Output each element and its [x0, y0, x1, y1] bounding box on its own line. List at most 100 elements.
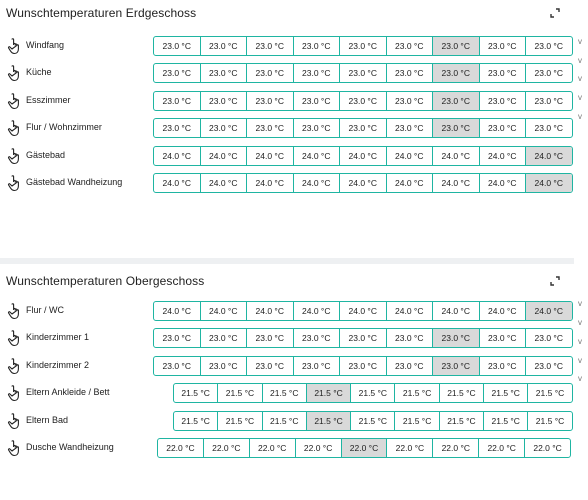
hand-pointer-icon[interactable]	[6, 37, 22, 55]
hand-pointer-icon[interactable]	[6, 92, 22, 110]
temperature-option-button[interactable]: 23.0 °C	[478, 119, 526, 138]
temperature-option-button[interactable]: 21.5 °C	[438, 384, 483, 403]
temperature-option-button[interactable]: 23.0 °C	[385, 329, 433, 348]
temperature-option-button[interactable]: 21.5 °C	[217, 384, 261, 403]
hand-pointer-icon[interactable]	[6, 329, 22, 347]
hand-pointer-icon[interactable]	[6, 302, 22, 320]
temperature-option-button[interactable]: 23.0 °C	[154, 92, 200, 110]
hand-pointer-icon[interactable]	[6, 412, 22, 430]
hand-pointer-icon[interactable]	[6, 174, 22, 192]
temperature-option-button[interactable]: 21.5 °C	[305, 411, 351, 430]
temperature-option-button[interactable]: 23.0 °C	[292, 37, 340, 55]
temperature-option-button[interactable]: 22.0 °C	[294, 439, 341, 457]
temperature-option-button[interactable]: 21.5 °C	[217, 411, 261, 430]
temperature-option-button[interactable]: 23.0 °C	[432, 37, 479, 55]
temperature-option-button[interactable]: 23.0 °C	[292, 356, 340, 375]
temperature-option-button[interactable]: 24.0 °C	[385, 146, 433, 165]
temperature-option-button[interactable]: 24.0 °C	[199, 146, 247, 165]
temperature-option-button[interactable]: 23.0 °C	[478, 37, 526, 55]
temperature-option-button[interactable]: 21.5 °C	[261, 411, 306, 430]
temperature-option-button[interactable]: 24.0 °C	[199, 174, 247, 192]
temperature-option-button[interactable]: 23.0 °C	[432, 64, 479, 83]
temperature-option-button[interactable]: 22.0 °C	[158, 439, 203, 457]
temperature-option-button[interactable]: 24.0 °C	[385, 174, 433, 192]
temperature-option-button[interactable]: 21.5 °C	[350, 384, 394, 403]
temperature-option-button[interactable]: 23.0 °C	[199, 64, 247, 83]
temperature-option-button[interactable]: 23.0 °C	[478, 64, 526, 83]
temperature-option-button[interactable]: 24.0 °C	[292, 146, 340, 165]
temperature-option-button[interactable]: 24.0 °C	[525, 146, 572, 165]
temperature-option-button[interactable]: 23.0 °C	[246, 64, 293, 83]
temperature-option-button[interactable]: 23.0 °C	[525, 329, 572, 348]
temperature-option-button[interactable]: 21.5 °C	[261, 384, 306, 403]
temperature-option-button[interactable]: 23.0 °C	[385, 119, 433, 138]
temperature-option-button[interactable]: 24.0 °C	[292, 174, 340, 192]
temperature-option-button[interactable]: 23.0 °C	[154, 37, 200, 55]
temperature-option-button[interactable]: 23.0 °C	[339, 64, 386, 83]
temperature-option-button[interactable]: 23.0 °C	[478, 329, 526, 348]
temperature-option-button[interactable]: 23.0 °C	[154, 64, 200, 82]
temperature-option-button[interactable]: 24.0 °C	[246, 174, 293, 192]
temperature-option-button[interactable]: 23.0 °C	[525, 64, 572, 83]
temperature-option-button[interactable]: 21.5 °C	[527, 411, 571, 430]
temperature-option-button[interactable]: 22.0 °C	[478, 439, 524, 457]
temperature-option-button[interactable]: 24.0 °C	[292, 302, 340, 320]
temperature-option-button[interactable]: 23.0 °C	[385, 356, 433, 375]
temperature-option-button[interactable]: 23.0 °C	[199, 119, 247, 138]
temperature-option-button[interactable]: 23.0 °C	[339, 91, 386, 110]
temperature-option-button[interactable]: 23.0 °C	[292, 91, 340, 110]
temperature-option-button[interactable]: 23.0 °C	[199, 329, 247, 348]
temperature-option-button[interactable]: 24.0 °C	[199, 302, 247, 320]
temperature-option-button[interactable]: 23.0 °C	[292, 119, 340, 138]
temperature-option-button[interactable]: 23.0 °C	[385, 91, 433, 110]
temperature-option-button[interactable]: 23.0 °C	[432, 356, 479, 375]
temperature-option-button[interactable]: 21.5 °C	[483, 384, 527, 403]
temperature-option-button[interactable]: 24.0 °C	[246, 146, 293, 165]
temperature-option-button[interactable]: 23.0 °C	[385, 64, 433, 83]
temperature-option-button[interactable]: 24.0 °C	[432, 146, 479, 165]
hand-pointer-icon[interactable]	[6, 439, 22, 457]
temperature-option-button[interactable]: 23.0 °C	[478, 91, 526, 110]
temperature-option-button[interactable]: 23.0 °C	[154, 119, 200, 137]
temperature-option-button[interactable]: 24.0 °C	[478, 302, 526, 320]
temperature-option-button[interactable]: 21.5 °C	[394, 411, 438, 430]
temperature-option-button[interactable]: 21.5 °C	[305, 384, 351, 403]
temperature-option-button[interactable]: 22.0 °C	[524, 439, 570, 457]
temperature-option-button[interactable]: 23.0 °C	[292, 329, 340, 348]
temperature-option-button[interactable]: 24.0 °C	[432, 302, 479, 320]
temperature-option-button[interactable]: 23.0 °C	[525, 356, 572, 375]
hand-pointer-icon[interactable]	[6, 119, 22, 137]
hand-pointer-icon[interactable]	[6, 147, 22, 165]
temperature-option-button[interactable]: 23.0 °C	[339, 356, 386, 375]
temperature-option-button[interactable]: 23.0 °C	[246, 37, 293, 55]
temperature-option-button[interactable]: 24.0 °C	[525, 174, 572, 192]
temperature-option-button[interactable]: 24.0 °C	[478, 174, 526, 192]
temperature-option-button[interactable]: 23.0 °C	[385, 37, 433, 55]
hand-pointer-icon[interactable]	[6, 64, 22, 82]
temperature-option-button[interactable]: 24.0 °C	[339, 302, 386, 320]
temperature-option-button[interactable]: 24.0 °C	[154, 147, 200, 165]
temperature-option-button[interactable]: 24.0 °C	[154, 302, 200, 320]
expand-icon[interactable]	[550, 276, 560, 286]
temperature-option-button[interactable]: 23.0 °C	[525, 91, 572, 110]
temperature-option-button[interactable]: 23.0 °C	[154, 329, 200, 347]
temperature-option-button[interactable]: 24.0 °C	[385, 302, 433, 320]
temperature-option-button[interactable]: 21.5 °C	[174, 384, 217, 402]
temperature-option-button[interactable]: 24.0 °C	[246, 302, 293, 320]
temperature-option-button[interactable]: 23.0 °C	[246, 356, 293, 375]
temperature-option-button[interactable]: 23.0 °C	[478, 356, 526, 375]
temperature-option-button[interactable]: 22.0 °C	[432, 439, 478, 457]
temperature-option-button[interactable]: 23.0 °C	[199, 37, 247, 55]
temperature-option-button[interactable]: 24.0 °C	[154, 174, 200, 192]
temperature-option-button[interactable]: 23.0 °C	[339, 119, 386, 138]
temperature-option-button[interactable]: 21.5 °C	[483, 411, 527, 430]
temperature-option-button[interactable]: 23.0 °C	[292, 64, 340, 83]
hand-pointer-icon[interactable]	[6, 384, 22, 402]
temperature-option-button[interactable]: 23.0 °C	[199, 91, 247, 110]
temperature-option-button[interactable]: 22.0 °C	[386, 439, 432, 457]
temperature-option-button[interactable]: 23.0 °C	[432, 119, 479, 138]
temperature-option-button[interactable]: 21.5 °C	[174, 412, 217, 430]
temperature-option-button[interactable]: 23.0 °C	[525, 37, 572, 55]
temperature-option-button[interactable]: 23.0 °C	[432, 91, 479, 110]
temperature-option-button[interactable]: 24.0 °C	[478, 146, 526, 165]
